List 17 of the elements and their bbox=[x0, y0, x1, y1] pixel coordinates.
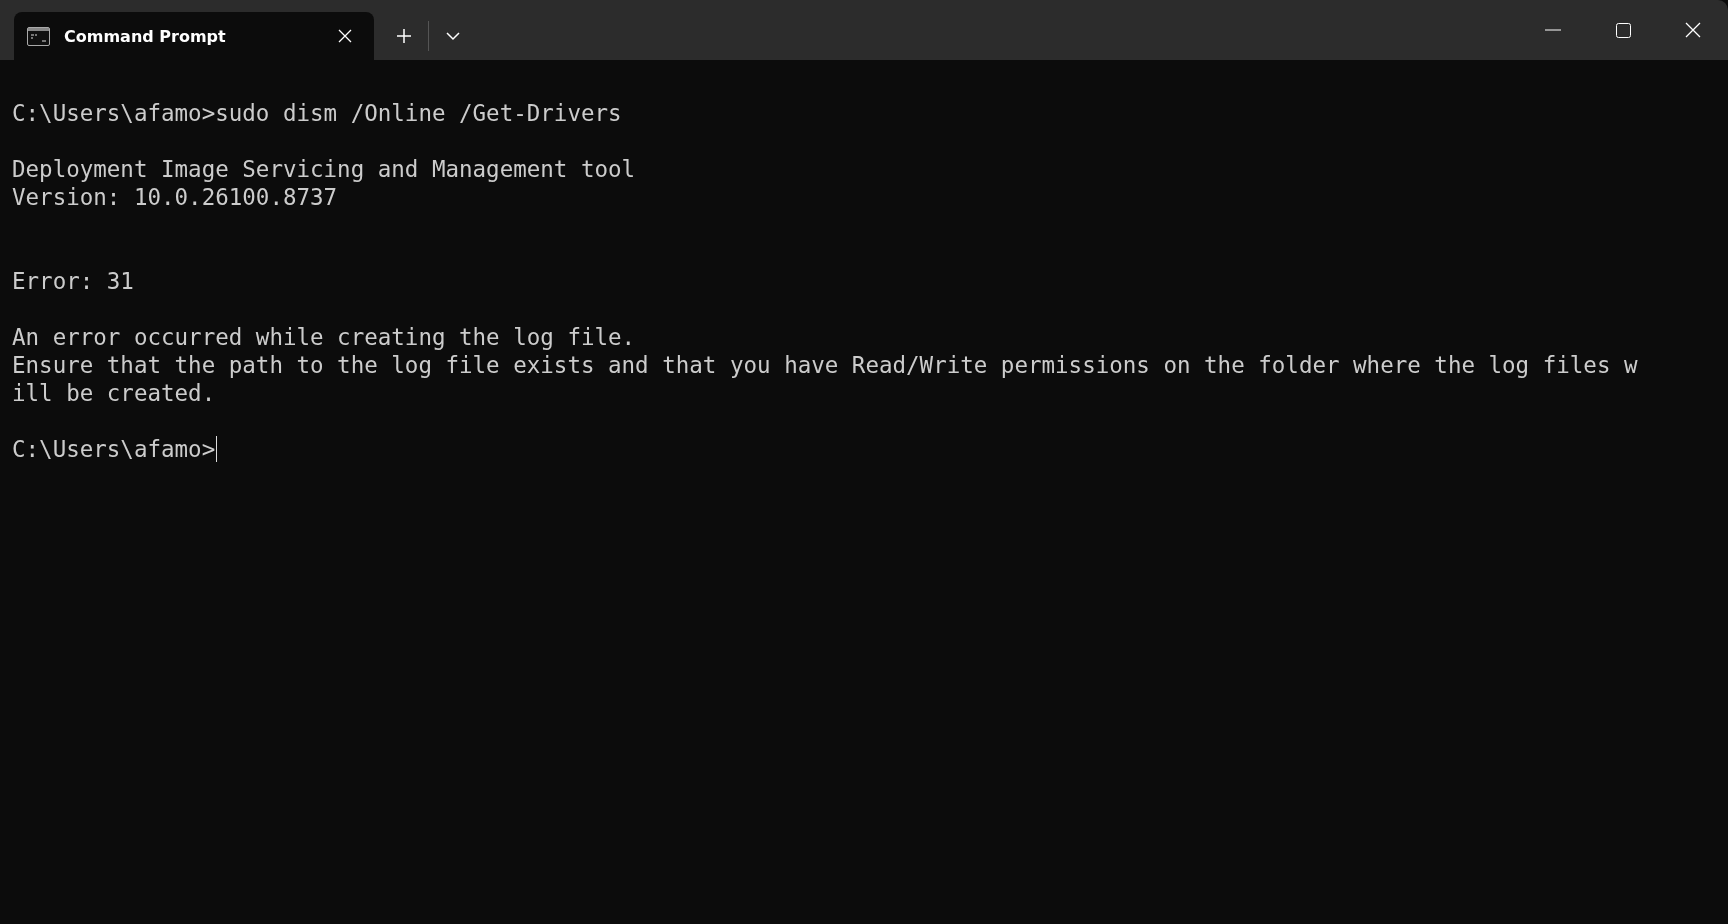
terminal-icon bbox=[27, 26, 50, 46]
command-prompt: C:\Users\afamo> bbox=[12, 435, 216, 463]
output-line: C:\Users\afamo>sudo dism /Online /Get-Drivers bbox=[12, 99, 622, 127]
tab[interactable]: Command Prompt bbox=[14, 12, 374, 60]
output-line: Deployment Image Servicing and Management tool bbox=[12, 155, 636, 183]
output-line: Ensure that the path to the log file exists and that you have Read/Write permissions on the folder where the log files w bbox=[12, 351, 1638, 379]
output-line: Version: 10.0.26100.8737 bbox=[12, 183, 338, 211]
tab-title: Command Prompt bbox=[64, 26, 227, 46]
chevron-down-icon bbox=[446, 31, 460, 41]
output-line: Error: 31 bbox=[12, 267, 134, 295]
plus-icon bbox=[396, 28, 412, 44]
close-icon bbox=[338, 29, 352, 43]
output-line: ill be created. bbox=[12, 379, 216, 407]
close-icon bbox=[1685, 22, 1701, 38]
minimize-icon bbox=[1545, 29, 1561, 31]
maximize-icon bbox=[1615, 22, 1631, 38]
output-line: An error occurred while creating the log file. bbox=[12, 323, 636, 351]
